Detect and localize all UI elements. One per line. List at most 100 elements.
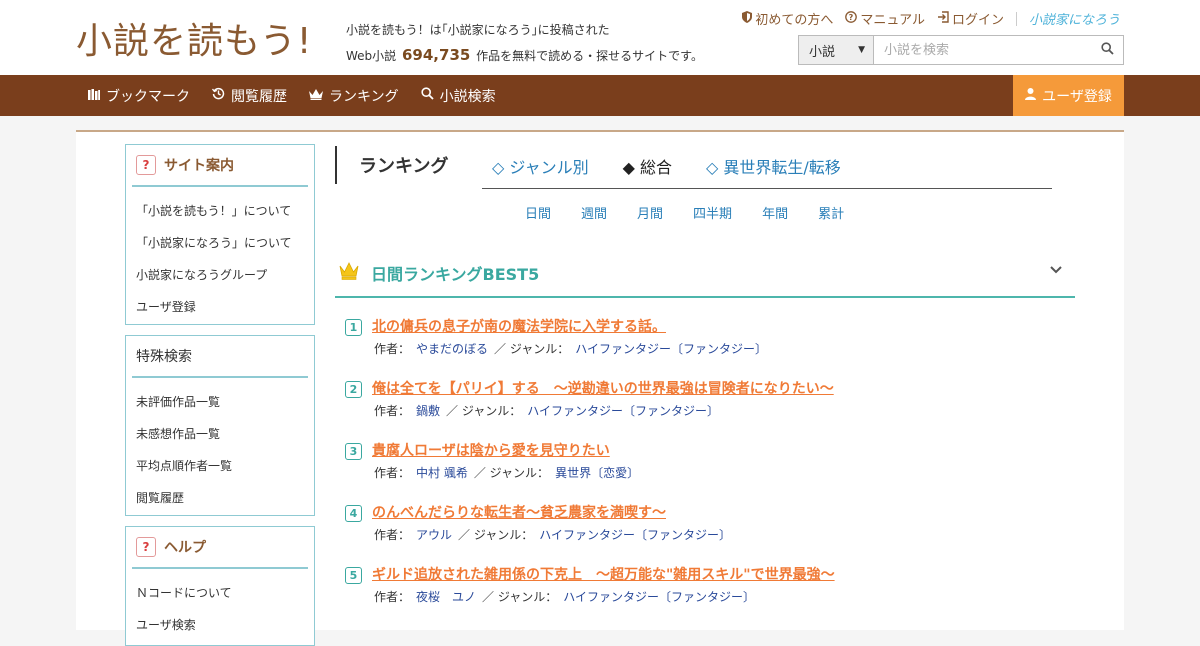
rank-badge: 5: [345, 567, 362, 584]
genre-link[interactable]: ハイファンタジー〔ファンタジー〕: [563, 590, 755, 604]
sidebar-list: 「小説を読もう！」について 「小説家になろう」について 小説家になろうグループ …: [126, 187, 314, 323]
nav-search[interactable]: 小説検索: [420, 86, 496, 106]
sidebar-title: サイト案内: [164, 158, 234, 174]
nav-ranking-label: ランキング: [329, 88, 399, 105]
question-icon: ?: [136, 155, 156, 175]
tab-genre[interactable]: ◇ ジャンル別: [492, 154, 589, 178]
genre-link[interactable]: ハイファンタジー〔ファンタジー〕: [575, 342, 767, 356]
search-category-value: 小説: [809, 44, 836, 60]
author-link[interactable]: やまだのぼる: [416, 342, 488, 356]
nav-search-label: 小説検索: [439, 88, 496, 105]
genre-label: ／ ジャンル：: [446, 404, 522, 418]
register-button[interactable]: ユーザ登録: [1013, 75, 1124, 116]
nav-ranking[interactable]: ランキング: [309, 86, 399, 106]
author-link[interactable]: 夜桜 ユノ: [416, 590, 476, 604]
sidebar-item-user-search[interactable]: ユーザ検索: [126, 609, 314, 641]
search-icon: [1100, 41, 1114, 59]
genre-label: ／ ジャンル：: [458, 528, 534, 542]
author-link[interactable]: 鍋敷: [416, 404, 440, 418]
novel-title-link[interactable]: 貴腐人ローザは陰から愛を見守りたい: [372, 440, 610, 460]
ranking-entry: 3 貴腐人ローザは陰から愛を見守りたい 作者： 中村 颯希 ／ ジャンル： 異世界〔恋…: [345, 440, 1065, 502]
period-yearly[interactable]: 年間: [762, 203, 788, 222]
login-label: ログイン: [951, 13, 1004, 28]
first-time-link[interactable]: 初めての方へ: [742, 9, 833, 28]
nav-history[interactable]: 閲覧履歴: [211, 86, 287, 106]
tagline-line2: Web小説 694,735 作品を無料で読める・探せるサイトです。: [346, 43, 703, 69]
content-panel: ? サイト案内 「小説を読もう！」について 「小説家になろう」について 小説家に…: [76, 130, 1124, 646]
ranking-title: ランキング: [359, 156, 449, 177]
chevron-down-icon[interactable]: [1049, 264, 1063, 279]
sidebar-item-narou-group[interactable]: 小説家になろうグループ: [126, 259, 314, 291]
tab-isekai[interactable]: ◇ 異世界転生/転移: [706, 154, 841, 178]
header-links: 初めての方へ ? マニュアル ログイン 小説家になろう: [742, 9, 1120, 28]
sidebar-site-guide: ? サイト案内 「小説を読もう！」について 「小説家になろう」について 小説家に…: [125, 144, 315, 325]
login-icon: [937, 10, 949, 27]
sidebar-item-author-avg[interactable]: 平均点順作者一覧: [126, 450, 314, 482]
svg-text:?: ?: [849, 13, 854, 22]
login-link[interactable]: ログイン: [937, 9, 1004, 28]
period-tabs: 日間 週間 月間 四半期 年間 累計: [525, 203, 844, 222]
novel-title-link[interactable]: 俺は全てを【パリイ】する 〜逆勘違いの世界最強は冒険者になりたい〜: [372, 378, 834, 398]
period-monthly[interactable]: 月間: [637, 203, 663, 222]
manual-label: マニュアル: [860, 13, 925, 28]
shield-icon: [742, 10, 753, 27]
period-weekly[interactable]: 週間: [581, 203, 607, 222]
novel-title-link[interactable]: のんべんだらりな転生者～貧乏農家を満喫す～: [372, 502, 666, 522]
search-box: 小説 ▼: [798, 35, 1124, 65]
sidebar-title: 特殊検索: [136, 349, 192, 365]
site-tagline: 小説を読もう！は｢小説家になろう｣に投稿された Web小説 694,735 作品…: [346, 18, 703, 69]
sidebar-item-about-yomou[interactable]: 「小説を読もう！」について: [126, 195, 314, 227]
search-input[interactable]: [874, 36, 1091, 64]
novel-title-link[interactable]: 北の傭兵の息子が南の魔法学院に入学する話。: [372, 316, 666, 336]
nav-history-label: 閲覧履歴: [231, 88, 287, 105]
tagline-line1: 小説を読もう！は｢小説家になろう｣に投稿された: [346, 23, 610, 37]
sidebar-item-history[interactable]: 閲覧履歴: [126, 482, 314, 514]
search-icon: [420, 87, 434, 104]
sidebar-item-no-reviews[interactable]: 未感想作品一覧: [126, 418, 314, 450]
sidebar-item-about-narou[interactable]: 「小説家になろう」について: [126, 227, 314, 259]
genre-link[interactable]: ハイファンタジー〔ファンタジー〕: [539, 528, 731, 542]
sidebar-header: 特殊検索: [132, 336, 308, 378]
novel-meta: 作者： 鍋敷 ／ ジャンル： ハイファンタジー〔ファンタジー〕: [374, 402, 719, 419]
sidebar-item-user-register[interactable]: ユーザ登録: [126, 291, 314, 323]
partner-logo[interactable]: 小説家になろう: [1029, 9, 1120, 28]
site-logo[interactable]: 小説を読もう!: [76, 12, 312, 64]
nav-bookmark[interactable]: ブックマーク: [88, 86, 190, 106]
triangle-down-icon: ▼: [858, 45, 865, 55]
question-icon: ?: [136, 537, 156, 557]
ranking-title-bar: [335, 146, 337, 184]
best5-title: 日間ランキングBEST5: [371, 265, 540, 284]
author-label: 作者：: [374, 404, 411, 418]
history-icon: [211, 87, 225, 104]
rank-badge: 1: [345, 319, 362, 336]
author-link[interactable]: 中村 颯希: [416, 466, 468, 480]
author-link[interactable]: アウル: [416, 528, 452, 542]
help-circle-icon: ?: [845, 10, 858, 27]
search-button[interactable]: [1091, 36, 1123, 64]
novel-count: 694,735: [402, 46, 471, 64]
novel-meta: 作者： 夜桜 ユノ ／ ジャンル： ハイファンタジー〔ファンタジー〕: [374, 588, 755, 605]
rank-badge: 2: [345, 381, 362, 398]
sidebar-item-unrated[interactable]: 未評価作品一覧: [126, 386, 314, 418]
period-daily[interactable]: 日間: [525, 203, 551, 222]
novel-title-link[interactable]: ギルド追放された雑用係の下克上 ～超万能な"雑用スキル"で世界最強～: [372, 564, 835, 584]
genre-link[interactable]: ハイファンタジー〔ファンタジー〕: [527, 404, 719, 418]
register-label: ユーザ登録: [1042, 88, 1112, 105]
sidebar-list: 未評価作品一覧 未感想作品一覧 平均点順作者一覧 閲覧履歴: [126, 378, 314, 514]
sidebar-item-ncode[interactable]: Ｎコードについて: [126, 577, 314, 609]
nav-items: ブックマーク 閲覧履歴 ランキング 小説検索: [88, 75, 496, 116]
novel-meta: 作者： アウル ／ ジャンル： ハイファンタジー〔ファンタジー〕: [374, 526, 731, 543]
manual-link[interactable]: ? マニュアル: [845, 9, 925, 28]
sidebar-header: ? サイト案内: [132, 145, 308, 187]
ranking-entry: 4 のんべんだらりな転生者～貧乏農家を満喫す～ 作者： アウル ／ ジャンル： ハイフ…: [345, 502, 1065, 564]
tab-overall[interactable]: ◆ 総合: [623, 154, 672, 178]
ranking-entry: 2 俺は全てを【パリイ】する 〜逆勘違いの世界最強は冒険者になりたい〜 作者： 鍋…: [345, 378, 1065, 440]
genre-link[interactable]: 異世界〔恋愛〕: [555, 466, 639, 480]
ranking-tabs: ◇ ジャンル別 ◆ 総合 ◇ 異世界転生/転移: [492, 154, 841, 178]
search-category-select[interactable]: 小説 ▼: [799, 36, 874, 64]
period-quarterly[interactable]: 四半期: [693, 203, 732, 222]
genre-label: ／ ジャンル：: [494, 342, 570, 356]
author-label: 作者：: [374, 590, 411, 604]
period-cumulative[interactable]: 累計: [818, 203, 844, 222]
best5-header[interactable]: 日間ランキングBEST5: [335, 250, 1075, 298]
